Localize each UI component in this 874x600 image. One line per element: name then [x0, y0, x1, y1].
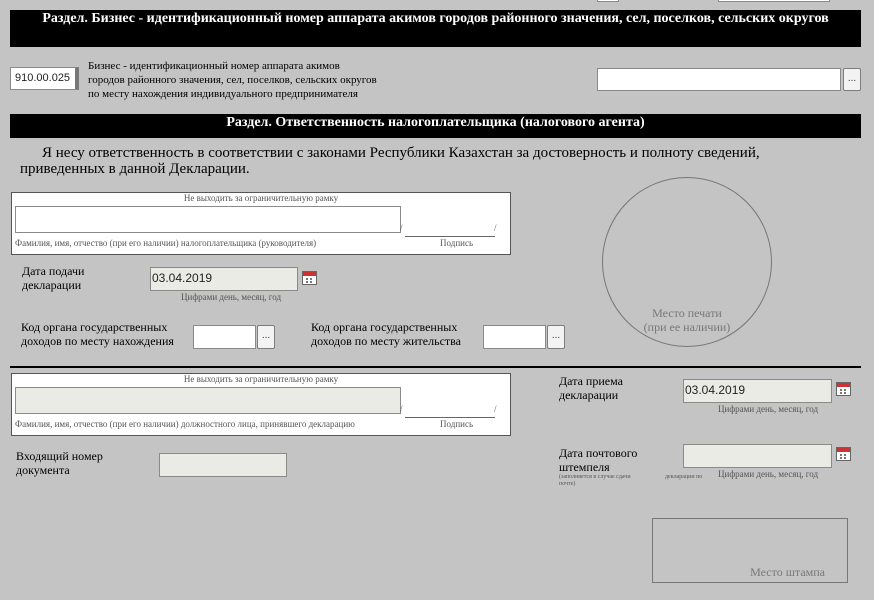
submit-date-label-line1: Дата подачи [22, 264, 85, 278]
receive-date-label-line2: декларации [559, 388, 619, 402]
code-910: 910.00.025 [15, 72, 71, 84]
incoming-number-label: Входящий номер документа [16, 449, 103, 477]
official-slash-left: / [400, 404, 403, 414]
postmark-date-note-extra: декларации по [665, 474, 703, 480]
receive-date-calendar-icon[interactable] [836, 382, 851, 396]
official-slash-right: / [494, 404, 497, 414]
org-location-label-line2: доходов по месту нахождения [21, 334, 174, 348]
incoming-number-label-line1: Входящий номер [16, 449, 103, 463]
stamp-box: Место штампа [652, 518, 848, 583]
biz-id-picker-button[interactable]: ... [843, 68, 861, 91]
taxpayer-signature-caption: Подпись [440, 238, 474, 248]
stamp-circle-label-line2: (при ее наличии) [643, 320, 731, 334]
section-title-resp: Раздел. Ответственность налогоплательщик… [226, 115, 645, 130]
taxpayer-name-input[interactable] [15, 206, 401, 233]
official-signature-caption: Подпись [440, 419, 474, 429]
taxpayer-frame-note: Не выходить за ограничительную рамку [183, 193, 339, 203]
section-title-biz: Раздел. Бизнес - идентификационный номер… [42, 11, 829, 26]
section-header-resp: Раздел. Ответственность налогоплательщик… [10, 114, 861, 138]
taxpayer-signature-line [405, 236, 495, 237]
official-name-input[interactable] [15, 387, 401, 414]
org-residence-label-line1: Код органа государственных [311, 320, 458, 334]
official-signature-line [405, 417, 495, 418]
taxpayer-name-caption: Фамилия, имя, отчество (при его наличии)… [15, 238, 317, 248]
postmark-date-label-line2: штемпеля [559, 460, 610, 474]
stamp-box-label: Место штампа [750, 565, 825, 579]
section-divider [10, 366, 861, 368]
official-name-caption: Фамилия, имя, отчество (при его наличии)… [15, 419, 355, 429]
declaration-text-line1: Я несу ответственность в соответствии с … [42, 145, 760, 161]
submit-date-label-line2: декларации [22, 278, 82, 292]
postmark-date-note-line1: (заполняется в случае сдачи [559, 474, 631, 480]
top-partial-input-right[interactable] [718, 0, 830, 2]
field-910-label: Бизнес - идентификационный номер аппарат… [88, 59, 418, 101]
postmark-date-note-line2: почте) [559, 481, 576, 487]
org-residence-input[interactable] [483, 325, 546, 349]
stamp-circle-label: Место печати (при ее наличии) [603, 306, 771, 334]
taxpayer-slash-right: / [494, 223, 497, 233]
receive-date-label-line1: Дата приема [559, 374, 623, 388]
receive-date-hint: Цифрами день, месяц, год [718, 404, 819, 414]
stamp-circle-label-line1: Место печати [652, 306, 722, 320]
receive-date-input[interactable]: 03.04.2019 [683, 379, 832, 403]
official-signature-frame: Не выходить за ограничительную рамку / /… [11, 373, 511, 436]
org-residence-picker-button[interactable]: ... [547, 325, 565, 349]
org-location-picker-button[interactable]: ... [257, 325, 275, 349]
org-residence-label: Код органа государственных доходов по ме… [311, 320, 461, 348]
code-910-field: 910.00.025 [10, 67, 79, 90]
postmark-date-hint: Цифрами день, месяц, год [718, 469, 819, 479]
incoming-number-label-line2: документа [16, 463, 70, 477]
section-header-biz: Раздел. Бизнес - идентификационный номер… [10, 10, 861, 47]
taxpayer-signature-frame: Не выходить за ограничительную рамку / /… [11, 192, 511, 255]
biz-id-input[interactable] [597, 68, 841, 91]
postmark-date-note: (заполняется в случае сдачи почте) [559, 474, 631, 488]
taxpayer-slash-left: / [400, 223, 403, 233]
top-partial-input-left[interactable] [597, 0, 619, 2]
field-910-label-line3: по месту нахождения индивидуального пред… [88, 88, 358, 100]
receive-date-label: Дата приема декларации [559, 374, 623, 402]
submit-date-hint: Цифрами день, месяц, год [181, 292, 282, 302]
org-location-input[interactable] [193, 325, 256, 349]
org-location-label: Код органа государственных доходов по ме… [21, 320, 174, 348]
postmark-date-calendar-icon[interactable] [836, 447, 851, 461]
submit-date-input[interactable]: 03.04.2019 [150, 267, 298, 291]
incoming-number-input[interactable] [159, 453, 287, 477]
postmark-date-label: Дата почтового штемпеля [559, 446, 637, 474]
postmark-date-label-line1: Дата почтового [559, 446, 638, 460]
org-residence-label-line2: доходов по месту жительства [311, 334, 461, 348]
declaration-text: Я несу ответственность в соответствии с … [20, 145, 810, 177]
org-location-label-line1: Код органа государственных [21, 320, 168, 334]
field-910-label-line2: городов районного значения, сел, поселко… [88, 74, 377, 86]
stamp-circle: Место печати (при ее наличии) [602, 177, 772, 347]
postmark-date-input[interactable] [683, 444, 832, 468]
submit-date-calendar-icon[interactable] [302, 271, 317, 285]
declaration-text-line2: приведенных в данной Декларации. [20, 161, 250, 177]
submit-date-label: Дата подачи декларации [22, 264, 84, 292]
official-frame-note: Не выходить за ограничительную рамку [183, 374, 339, 384]
field-910-label-line1: Бизнес - идентификационный номер аппарат… [88, 60, 340, 72]
